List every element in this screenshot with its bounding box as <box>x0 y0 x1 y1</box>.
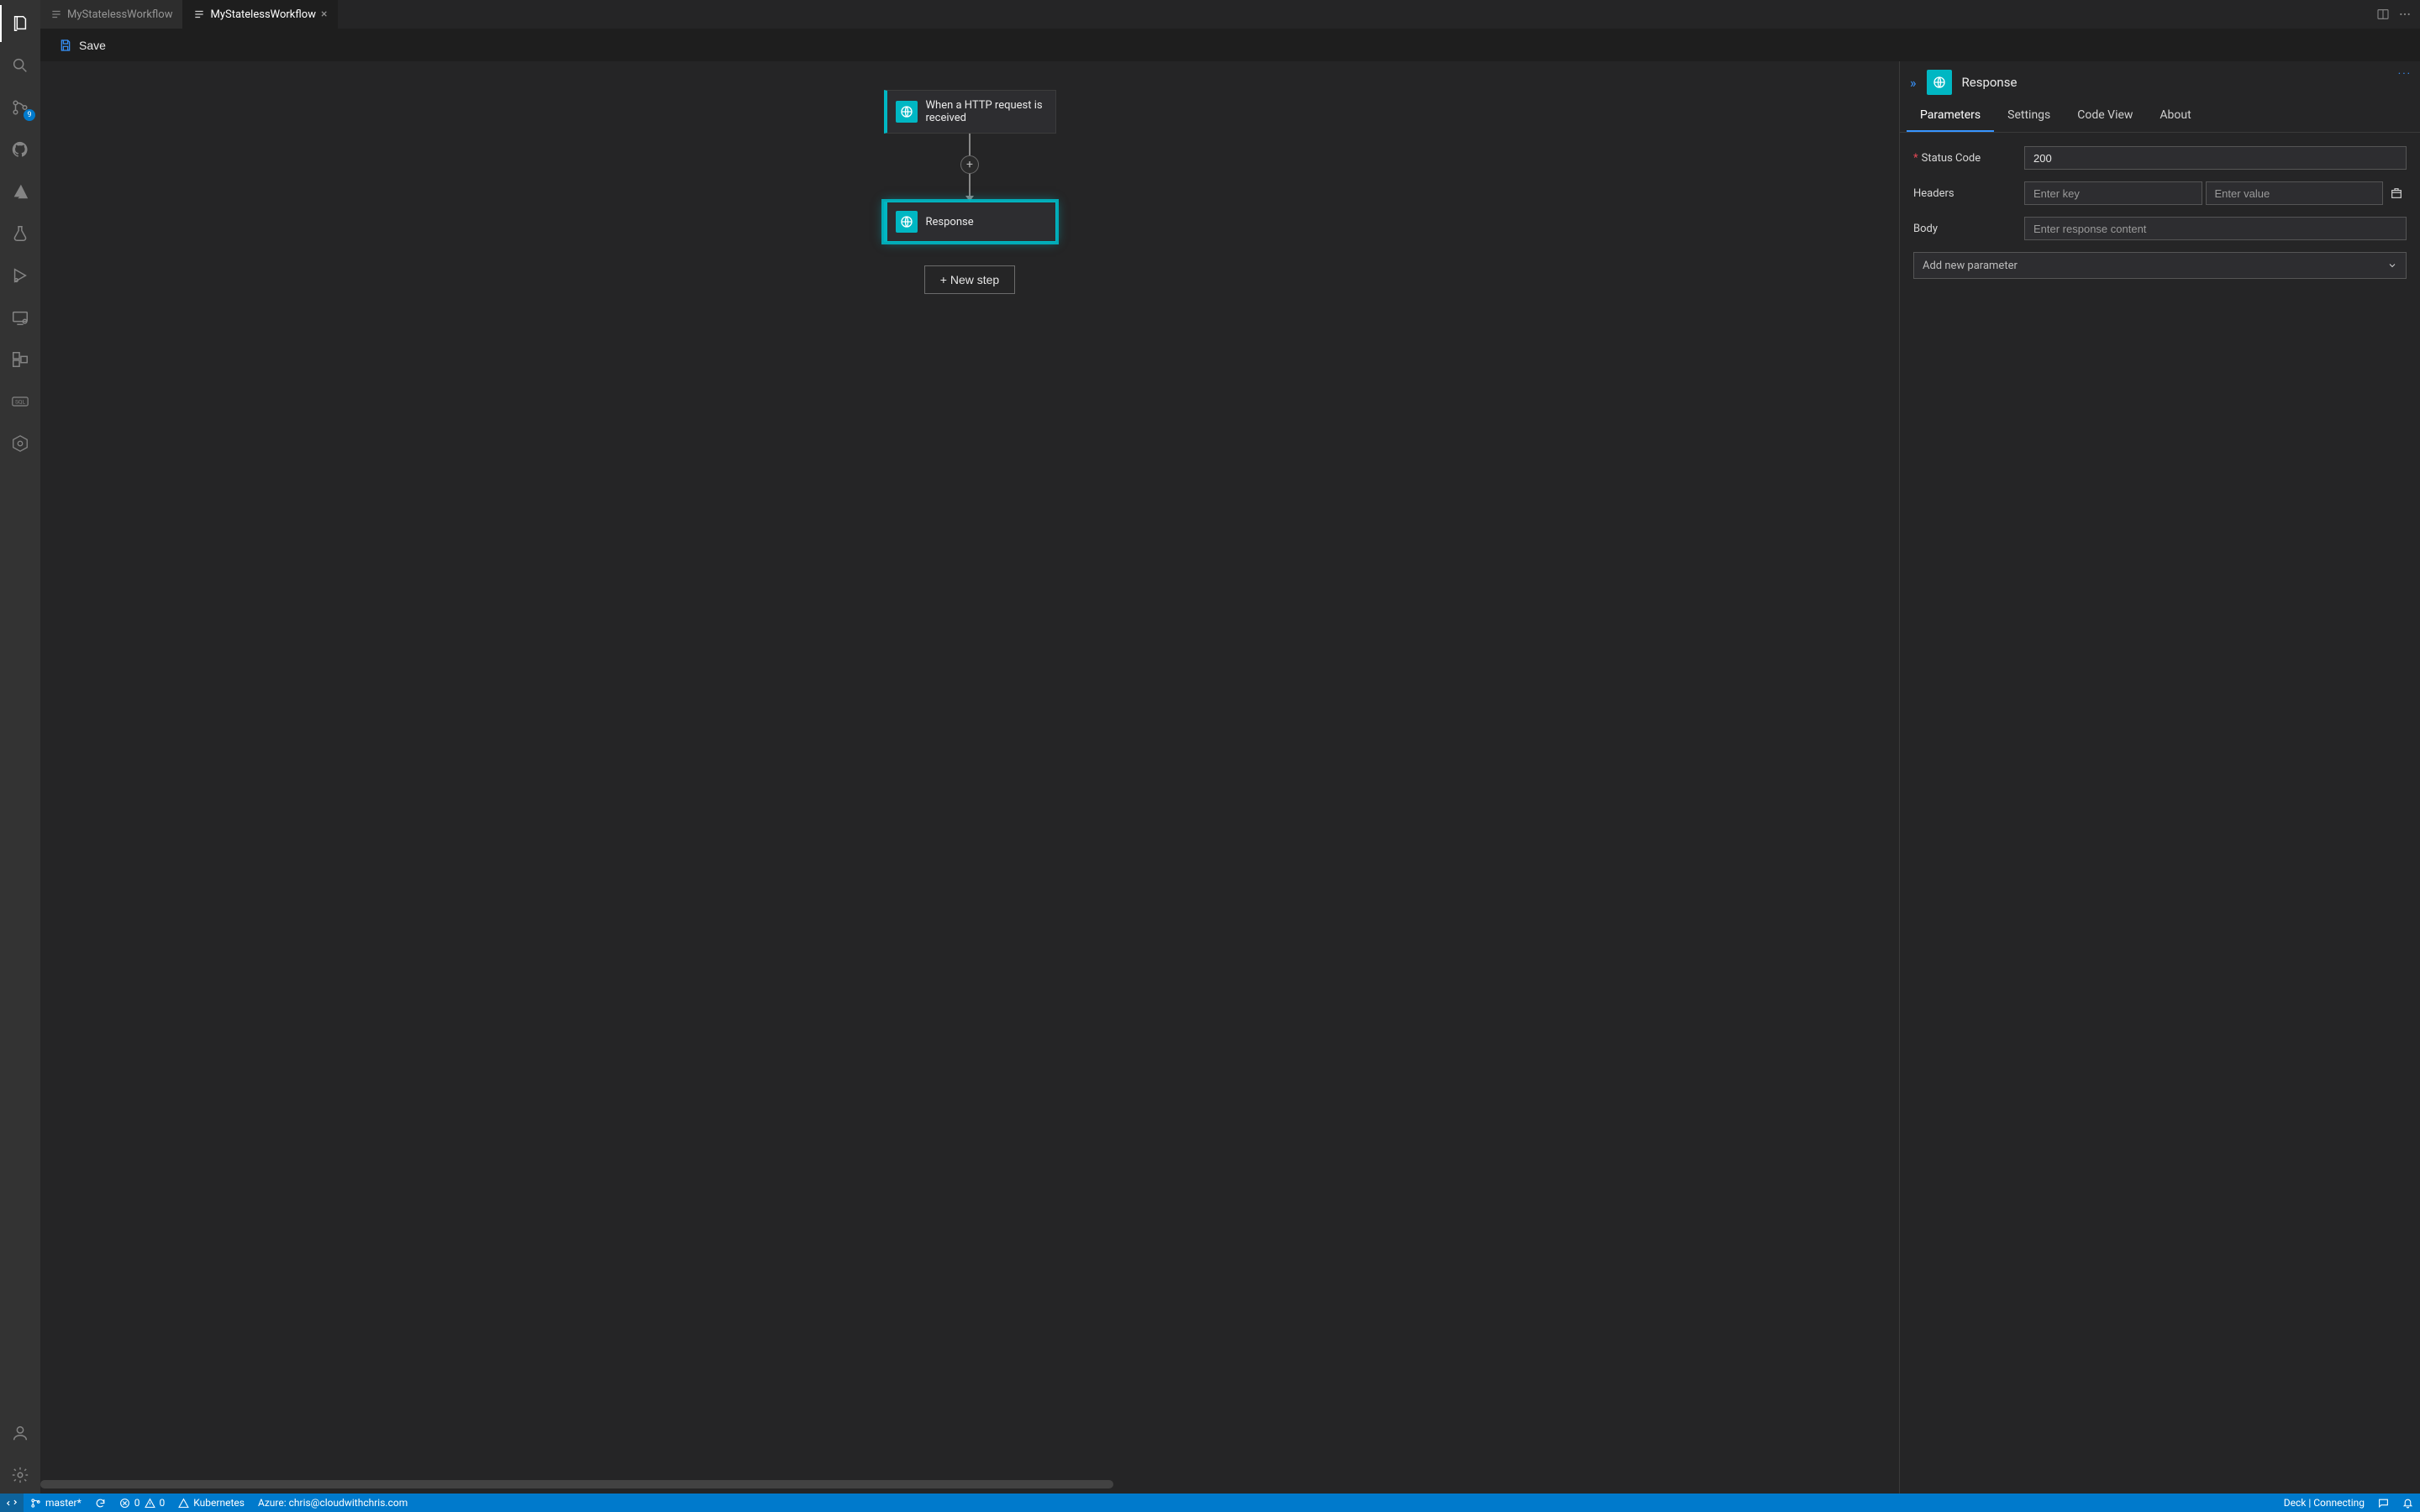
status-azure[interactable]: Azure: chris@cloudwithchris.com <box>251 1494 414 1512</box>
remote-explorer-icon[interactable] <box>0 299 40 336</box>
status-kubernetes[interactable]: Kubernetes <box>171 1494 251 1512</box>
status-feedback-icon[interactable] <box>2371 1494 2396 1512</box>
run-debug-icon[interactable] <box>0 257 40 294</box>
tab-stateless-workflow-inactive[interactable]: MyStatelessWorkflow <box>40 0 183 29</box>
response-label: Response <box>926 216 974 228</box>
new-step-button[interactable]: + New step <box>924 265 1015 294</box>
header-value-input[interactable] <box>2206 181 2384 205</box>
explorer-icon[interactable] <box>0 5 40 42</box>
kubernetes-icon[interactable] <box>0 425 40 462</box>
source-control-icon[interactable]: 9 <box>0 89 40 126</box>
close-icon[interactable]: × <box>321 8 327 21</box>
collapse-panel-icon[interactable]: » <box>1910 75 1917 91</box>
status-problems[interactable]: 0 0 <box>113 1494 172 1512</box>
save-label: Save <box>79 39 106 52</box>
panel-title: Response <box>1962 75 2018 90</box>
accounts-icon[interactable] <box>0 1415 40 1452</box>
switch-mode-icon[interactable] <box>2386 186 2407 200</box>
body-label: Body <box>1913 223 2014 235</box>
trigger-node[interactable]: When a HTTP request is received <box>884 90 1056 134</box>
settings-gear-icon[interactable] <box>0 1457 40 1494</box>
http-trigger-icon <box>896 101 918 123</box>
header-key-input[interactable] <box>2024 181 2202 205</box>
workflow-canvas[interactable]: When a HTTP request is received + Respon… <box>40 61 1899 1494</box>
response-node[interactable]: Response <box>884 202 1056 242</box>
trigger-label: When a HTTP request is received <box>926 99 1047 124</box>
status-code-input[interactable] <box>2024 146 2407 170</box>
chevron-down-icon <box>2387 260 2397 270</box>
tab-settings[interactable]: Settings <box>1994 100 2064 132</box>
add-parameter-label: Add new parameter <box>1923 260 2018 272</box>
tab-bar: MyStatelessWorkflow MyStatelessWorkflow … <box>40 0 2420 29</box>
status-bell-icon[interactable] <box>2396 1494 2420 1512</box>
github-icon[interactable] <box>0 131 40 168</box>
testing-icon[interactable] <box>0 215 40 252</box>
status-code-label: *Status Code <box>1913 152 2014 165</box>
tab-label: MyStatelessWorkflow <box>210 8 315 21</box>
more-icon[interactable] <box>2398 8 2412 21</box>
tab-code-view[interactable]: Code View <box>2064 100 2146 132</box>
list-icon <box>50 8 62 20</box>
panel-tabs: Parameters Settings Code View About <box>1900 100 2420 133</box>
tab-label: MyStatelessWorkflow <box>67 8 172 21</box>
details-panel: » Response ··· Parameters Settings Code … <box>1899 61 2420 1494</box>
response-icon <box>896 211 918 233</box>
add-parameter-select[interactable]: Add new parameter <box>1913 252 2407 279</box>
save-icon <box>59 39 72 52</box>
horizontal-scrollbar[interactable] <box>40 1480 1891 1488</box>
split-editor-icon[interactable] <box>2376 8 2390 21</box>
status-bar: master* 0 0 Kubernetes Azure: chris@clou… <box>0 1494 2420 1512</box>
svg-text:SQL: SQL <box>15 399 26 406</box>
tab-parameters[interactable]: Parameters <box>1907 100 1994 132</box>
save-button[interactable]: Save <box>54 35 111 55</box>
response-header-icon <box>1927 70 1952 95</box>
body-input[interactable] <box>2024 217 2407 240</box>
editor-toolbar: Save <box>40 29 2420 61</box>
search-icon[interactable] <box>0 47 40 84</box>
status-sync[interactable] <box>88 1494 113 1512</box>
activity-bar: 9 SQL <box>0 0 40 1494</box>
azure-icon[interactable] <box>0 173 40 210</box>
panel-menu-icon[interactable]: ··· <box>2398 68 2412 81</box>
extensions-icon[interactable] <box>0 341 40 378</box>
sql-icon[interactable]: SQL <box>0 383 40 420</box>
status-deck[interactable]: Deck | Connecting <box>2277 1494 2371 1512</box>
tab-about[interactable]: About <box>2146 100 2204 132</box>
scm-badge: 9 <box>24 109 35 121</box>
tab-stateless-workflow-active[interactable]: MyStatelessWorkflow × <box>183 0 338 29</box>
list-icon <box>193 8 205 20</box>
headers-label: Headers <box>1913 187 2014 200</box>
remote-indicator[interactable] <box>0 1494 24 1512</box>
status-branch[interactable]: master* <box>24 1494 88 1512</box>
add-step-button[interactable]: + <box>960 155 979 174</box>
